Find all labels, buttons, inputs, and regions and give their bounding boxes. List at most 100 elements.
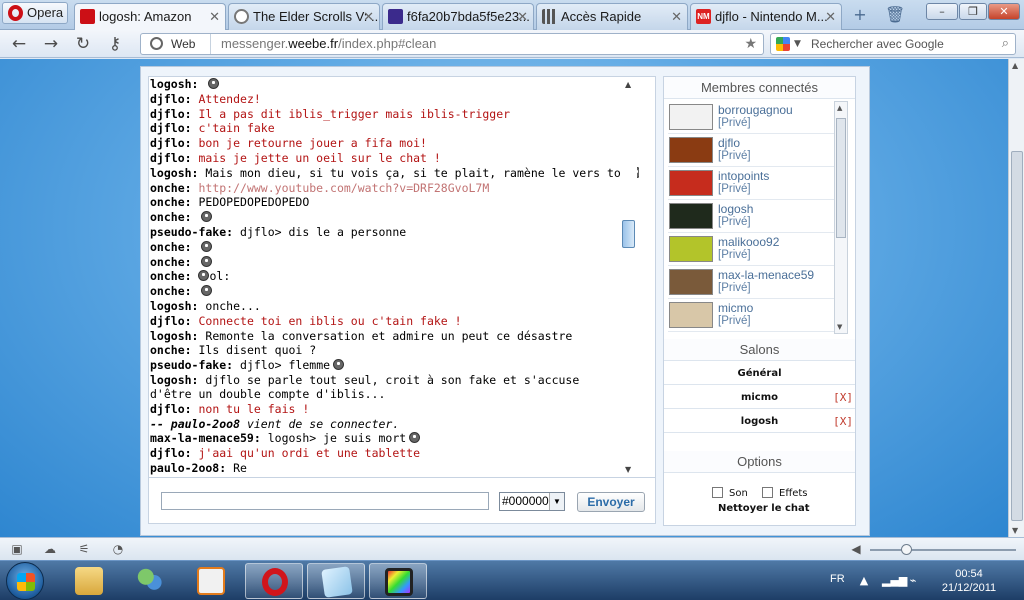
close-salon-button[interactable]: [X] bbox=[833, 386, 853, 409]
message-nick[interactable]: max-la-menace59: bbox=[150, 431, 261, 445]
close-tab-icon[interactable]: ✕ bbox=[517, 4, 528, 29]
google-icon[interactable] bbox=[776, 37, 790, 51]
message-nick[interactable]: djflo: bbox=[150, 107, 192, 121]
member-name[interactable]: intopoints bbox=[718, 169, 769, 183]
member-name[interactable]: djflo bbox=[718, 136, 740, 150]
message-nick[interactable]: onche: bbox=[150, 240, 192, 254]
page-scrollbar[interactable]: ▲ ▼ bbox=[1008, 59, 1024, 537]
cloud-icon[interactable]: ☁ bbox=[42, 542, 58, 556]
member-scrollbar-thumb[interactable] bbox=[836, 118, 846, 238]
message-nick[interactable]: djflo: bbox=[150, 446, 192, 460]
effects-option[interactable]: Effets bbox=[762, 487, 808, 499]
member-name[interactable]: logosh bbox=[718, 202, 753, 216]
effects-checkbox[interactable] bbox=[762, 487, 773, 498]
message-nick[interactable]: djflo: bbox=[150, 151, 192, 165]
member-name[interactable]: micmo bbox=[718, 301, 753, 315]
avatar[interactable] bbox=[669, 236, 713, 262]
member-item[interactable]: borrougagnou [Privé] bbox=[668, 101, 836, 134]
scroll-up-icon[interactable]: ▲ bbox=[1012, 61, 1018, 70]
scroll-down-icon[interactable]: ▼ bbox=[1012, 526, 1018, 535]
opera-menu-button[interactable]: Opera bbox=[2, 2, 68, 24]
member-item[interactable]: malikooo92 [Privé] bbox=[668, 233, 836, 266]
private-message-link[interactable]: [Privé] bbox=[718, 282, 751, 294]
tab-elder-scrolls[interactable]: The Elder Scrolls V: ... ✕ bbox=[228, 3, 380, 30]
member-name[interactable]: max-la-menace59 bbox=[718, 268, 814, 282]
new-tab-icon[interactable]: + bbox=[850, 5, 870, 25]
salon-micmo[interactable]: micmo [X] bbox=[664, 386, 855, 409]
tab-speed-dial[interactable]: Accès Rapide ✕ bbox=[536, 3, 688, 30]
language-indicator[interactable]: FR bbox=[830, 573, 845, 585]
search-icon[interactable]: ⌕ bbox=[1002, 34, 1009, 54]
message-nick[interactable]: onche: bbox=[150, 181, 192, 195]
message-nick[interactable]: logosh: bbox=[150, 299, 198, 313]
chevron-down-icon[interactable]: ▼ bbox=[794, 34, 801, 54]
send-button[interactable]: Envoyer bbox=[577, 492, 645, 512]
message-nick[interactable]: pseudo-fake: bbox=[150, 358, 233, 372]
member-item[interactable]: logosh [Privé] bbox=[668, 200, 836, 233]
message-nick[interactable]: paulo-2oo8: bbox=[150, 461, 226, 475]
message-nick[interactable]: logosh: bbox=[150, 373, 198, 387]
start-button[interactable] bbox=[6, 562, 44, 600]
scroll-up-icon[interactable]: ▲ bbox=[625, 80, 631, 89]
chevron-up-icon[interactable]: ▲ bbox=[857, 574, 871, 588]
color-select[interactable]: #000000 ▼ bbox=[499, 492, 565, 511]
message-input[interactable] bbox=[161, 492, 489, 510]
message-nick[interactable]: onche: bbox=[150, 284, 192, 298]
speed-icon[interactable]: ◔ bbox=[110, 542, 126, 556]
close-tab-icon[interactable]: ✕ bbox=[363, 4, 374, 29]
network-signal-icon[interactable]: ▂▄▆ bbox=[882, 574, 907, 588]
avatar[interactable] bbox=[669, 170, 713, 196]
message-nick[interactable]: djflo: bbox=[150, 136, 192, 150]
message-link[interactable]: http://www.youtube.com/watch?v=DRF28GvoL… bbox=[198, 181, 489, 195]
message-nick[interactable]: djflo: bbox=[150, 121, 192, 135]
power-plug-icon[interactable]: ⌁ bbox=[906, 574, 920, 588]
close-tab-icon[interactable]: ✕ bbox=[209, 4, 220, 29]
chat-scrollbar-thumb[interactable] bbox=[622, 220, 635, 248]
search-field[interactable]: ▼ Rechercher avec Google ⌕ bbox=[770, 33, 1016, 55]
member-item[interactable]: intopoints [Privé] bbox=[668, 167, 836, 200]
member-item[interactable]: micmo [Privé] bbox=[668, 299, 836, 332]
scroll-down-icon[interactable]: ▼ bbox=[625, 465, 631, 474]
message-nick[interactable]: djflo: bbox=[150, 402, 192, 416]
clear-chat-link[interactable]: Nettoyer le chat bbox=[718, 503, 810, 514]
clock[interactable]: 00:54 21/12/2011 bbox=[928, 567, 1010, 595]
url-text[interactable]: messenger.weebe.fr/index.php#clean bbox=[221, 34, 436, 54]
avatar[interactable] bbox=[669, 203, 713, 229]
member-item[interactable]: max-la-menace59 [Privé] bbox=[668, 266, 836, 299]
message-nick[interactable]: pseudo-fake: bbox=[150, 225, 233, 239]
web-security-chip[interactable]: Web bbox=[141, 34, 211, 54]
back-arrow-icon[interactable]: ← bbox=[8, 33, 30, 55]
taskbar-opera[interactable] bbox=[245, 563, 303, 599]
key-icon[interactable]: ⚷ bbox=[104, 33, 126, 55]
salon-logosh[interactable]: logosh [X] bbox=[664, 410, 855, 433]
avatar[interactable] bbox=[669, 137, 713, 163]
member-name[interactable]: borrougagnou bbox=[718, 103, 793, 117]
taskbar-video-editor[interactable] bbox=[369, 563, 427, 599]
zoom-slider-knob[interactable] bbox=[901, 544, 912, 555]
message-nick[interactable]: -- paulo-2oo8 bbox=[150, 417, 240, 431]
message-nick[interactable]: onche: bbox=[150, 269, 192, 283]
avatar[interactable] bbox=[669, 302, 713, 328]
scrollbar-thumb[interactable] bbox=[1011, 151, 1023, 521]
member-name[interactable]: malikooo92 bbox=[718, 235, 779, 249]
private-message-link[interactable]: [Privé] bbox=[718, 249, 751, 261]
taskbar-messenger[interactable] bbox=[121, 563, 179, 599]
trash-icon[interactable]: 🗑 bbox=[885, 5, 905, 25]
zoom-out-icon[interactable]: ◀ bbox=[848, 542, 864, 556]
tab-nintendo[interactable]: NM djflo - Nintendo M... ✕ bbox=[690, 3, 842, 30]
address-field[interactable]: Web messenger.weebe.fr/index.php#clean ★ bbox=[140, 33, 764, 55]
private-message-link[interactable]: [Privé] bbox=[718, 315, 751, 327]
avatar[interactable] bbox=[669, 269, 713, 295]
salon-general[interactable]: Général bbox=[664, 362, 855, 385]
sound-checkbox[interactable] bbox=[712, 487, 723, 498]
close-window-button[interactable]: ✕ bbox=[988, 3, 1020, 20]
private-message-link[interactable]: [Privé] bbox=[718, 216, 751, 228]
share-icon[interactable]: ⚟ bbox=[76, 542, 92, 556]
minimize-button[interactable]: – bbox=[926, 3, 958, 20]
star-icon[interactable]: ★ bbox=[744, 34, 757, 54]
tab-hash[interactable]: f6fa20b7bda5f5e23... ✕ bbox=[382, 3, 534, 30]
zoom-slider[interactable] bbox=[870, 549, 1016, 551]
message-nick[interactable]: djflo: bbox=[150, 92, 192, 106]
avatar[interactable] bbox=[669, 104, 713, 130]
chat-scrollbar[interactable]: ▲ ▼ bbox=[621, 77, 637, 477]
